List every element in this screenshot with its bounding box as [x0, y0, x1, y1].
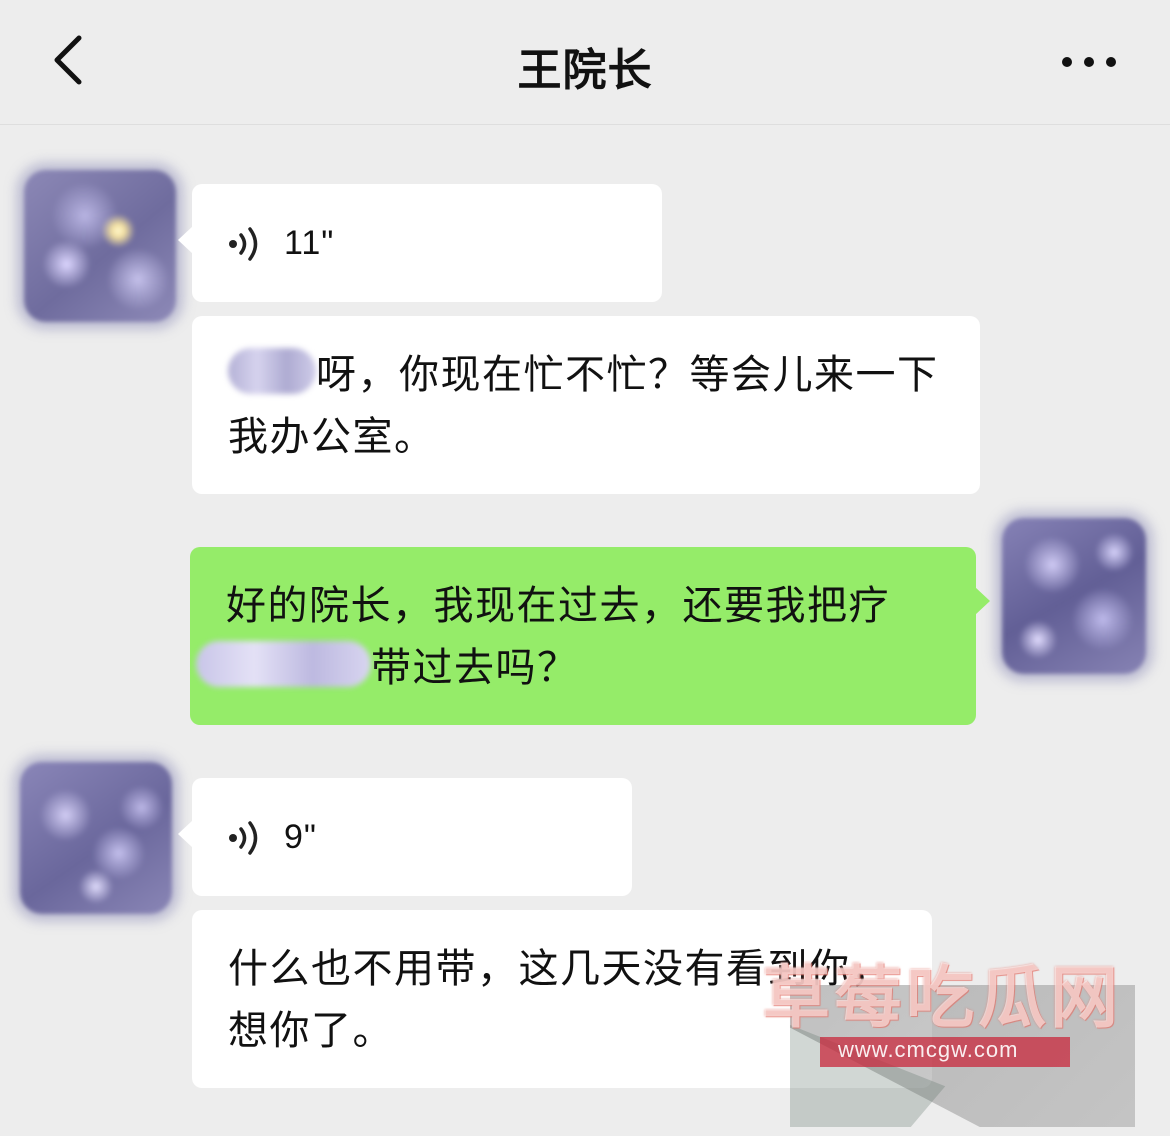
contact-avatar[interactable]: [24, 170, 176, 322]
voice-message[interactable]: 9": [178, 778, 632, 896]
redacted-item: [196, 641, 371, 687]
chat-title: 王院长: [517, 45, 653, 96]
message-text-content: 呀，你现在忙不忙？等会儿来一下我办公室。: [228, 352, 939, 460]
contact-avatar[interactable]: [20, 762, 172, 914]
voice-duration: 9": [284, 818, 317, 856]
bubble-tail: [178, 226, 193, 254]
text-message[interactable]: 呀，你现在忙不忙？等会儿来一下我办公室。: [192, 316, 980, 494]
message-text-end: 带过去吗？: [371, 645, 579, 691]
bubble-tail: [178, 820, 193, 848]
outgoing-text-message[interactable]: 好的院长，我现在过去，还要我把疗带过去吗？: [190, 547, 990, 725]
message-text-start: 好的院长，我现在过去，还要我把疗: [226, 583, 890, 629]
more-button[interactable]: [1052, 40, 1126, 84]
header-divider: [0, 124, 1170, 125]
watermark-url: www.cmcgw.com: [838, 1037, 1019, 1062]
my-avatar[interactable]: [1002, 518, 1146, 674]
more-dots-icon: [1062, 57, 1116, 67]
voice-wave-icon: [229, 227, 258, 261]
voice-message[interactable]: 11": [178, 184, 662, 302]
message-text: 呀，你现在忙不忙？等会儿来一下我办公室。: [228, 344, 944, 468]
chat-header: 王院长: [0, 0, 1170, 125]
redacted-name: [228, 348, 316, 394]
message-text: 好的院长，我现在过去，还要我把疗带过去吗？: [196, 575, 940, 699]
watermark-title: 草莓吃瓜网: [762, 959, 1123, 1038]
bubble-tail: [975, 587, 990, 615]
voice-wave-icon: [229, 821, 258, 855]
voice-duration: 11": [284, 224, 335, 262]
